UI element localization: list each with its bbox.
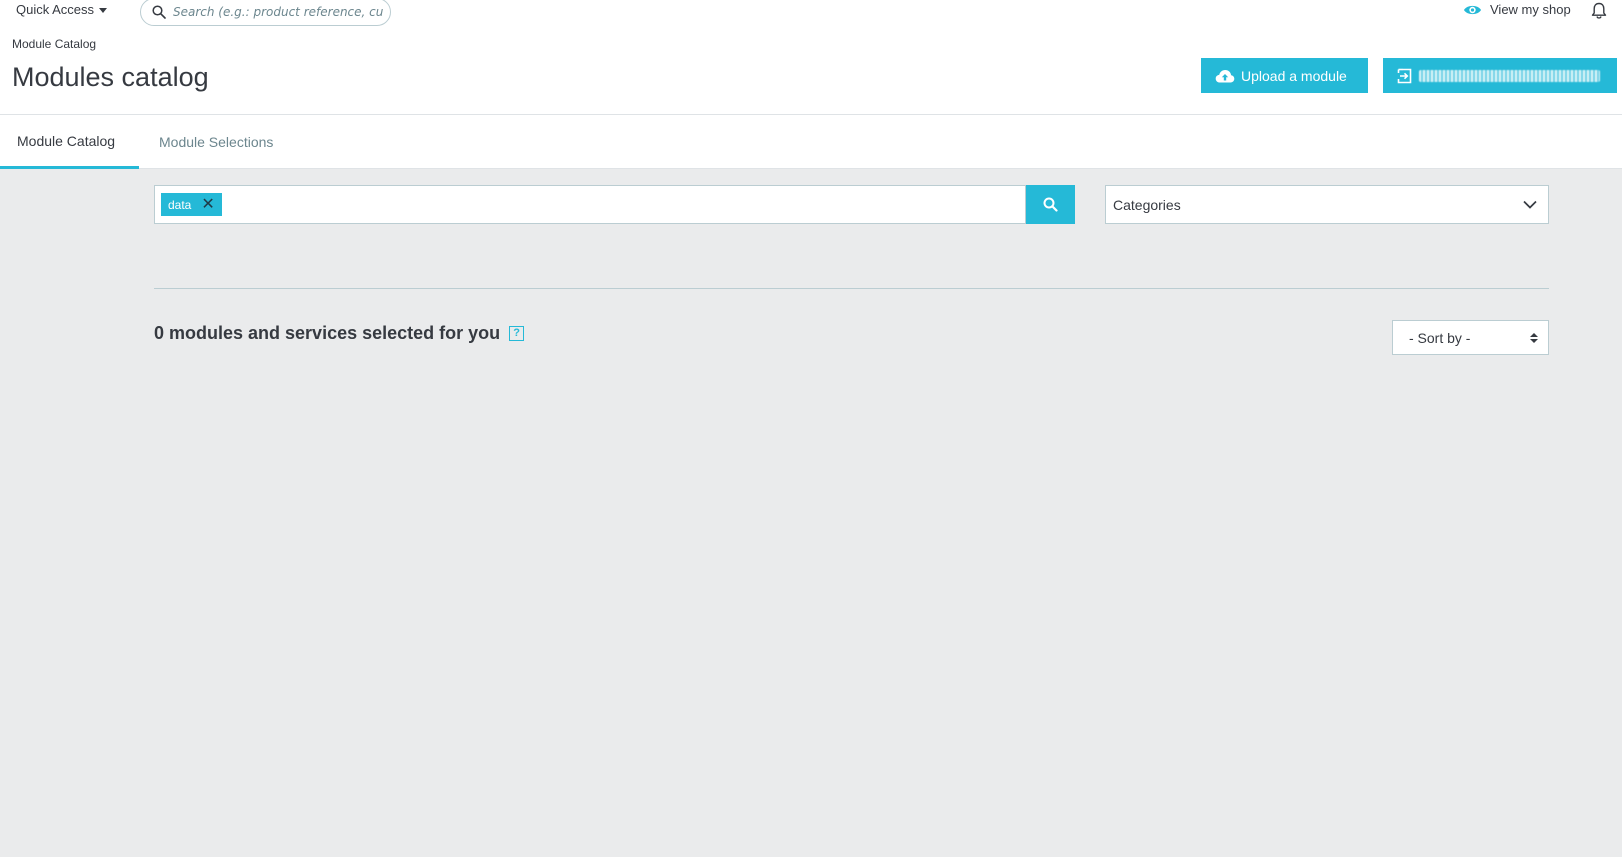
categories-label: Categories [1113, 196, 1181, 213]
bell-icon [1591, 2, 1607, 19]
main-content: data ✕ Categories 0 modules and services… [0, 169, 1622, 857]
global-search-input[interactable] [173, 5, 383, 19]
caret-down-icon [99, 8, 108, 13]
search-tag-label: data [168, 197, 192, 212]
results-count-text: 0 modules and services selected for you [154, 323, 501, 343]
sort-by-select[interactable]: - Sort by - [1392, 320, 1549, 355]
upload-module-button[interactable]: Upload a module [1201, 58, 1368, 93]
module-search-box[interactable]: data ✕ [154, 185, 1026, 224]
help-icon[interactable]: ? [509, 326, 525, 341]
notifications-button[interactable] [1591, 2, 1607, 25]
module-tabs: Module Catalog Module Selections [0, 115, 1622, 169]
module-search-button[interactable] [1026, 185, 1075, 224]
search-icon [152, 5, 166, 19]
results-count: 0 modules and services selected for you … [154, 323, 525, 344]
quick-access-dropdown[interactable]: Quick Access [16, 2, 108, 17]
connect-button[interactable] [1383, 58, 1617, 93]
categories-dropdown[interactable]: Categories [1105, 185, 1549, 224]
tab-module-catalog[interactable]: Module Catalog [0, 115, 139, 169]
global-search[interactable] [140, 0, 391, 26]
top-header: Quick Access View my shop [0, 0, 1622, 28]
page-title: Modules catalog [12, 62, 209, 92]
search-icon [1043, 197, 1058, 212]
quick-access-label: Quick Access [16, 2, 95, 17]
sort-arrows-icon [1530, 332, 1538, 343]
view-shop-link[interactable]: View my shop [1463, 2, 1571, 17]
sign-in-icon [1397, 68, 1412, 83]
close-icon[interactable]: ✕ [201, 196, 214, 213]
search-tag: data ✕ [161, 193, 222, 216]
upload-module-label: Upload a module [1241, 67, 1347, 84]
cloud-upload-icon [1215, 69, 1235, 82]
tab-module-selections[interactable]: Module Selections [142, 115, 290, 169]
chevron-down-icon [1523, 200, 1537, 209]
eye-icon [1464, 5, 1481, 14]
view-shop-label: View my shop [1490, 2, 1571, 17]
sort-by-label: - Sort by - [1409, 329, 1471, 346]
connect-label-redacted [1419, 69, 1600, 82]
section-divider [154, 288, 1549, 289]
module-search-input[interactable] [225, 186, 1025, 223]
breadcrumb[interactable]: Module Catalog [12, 37, 96, 51]
